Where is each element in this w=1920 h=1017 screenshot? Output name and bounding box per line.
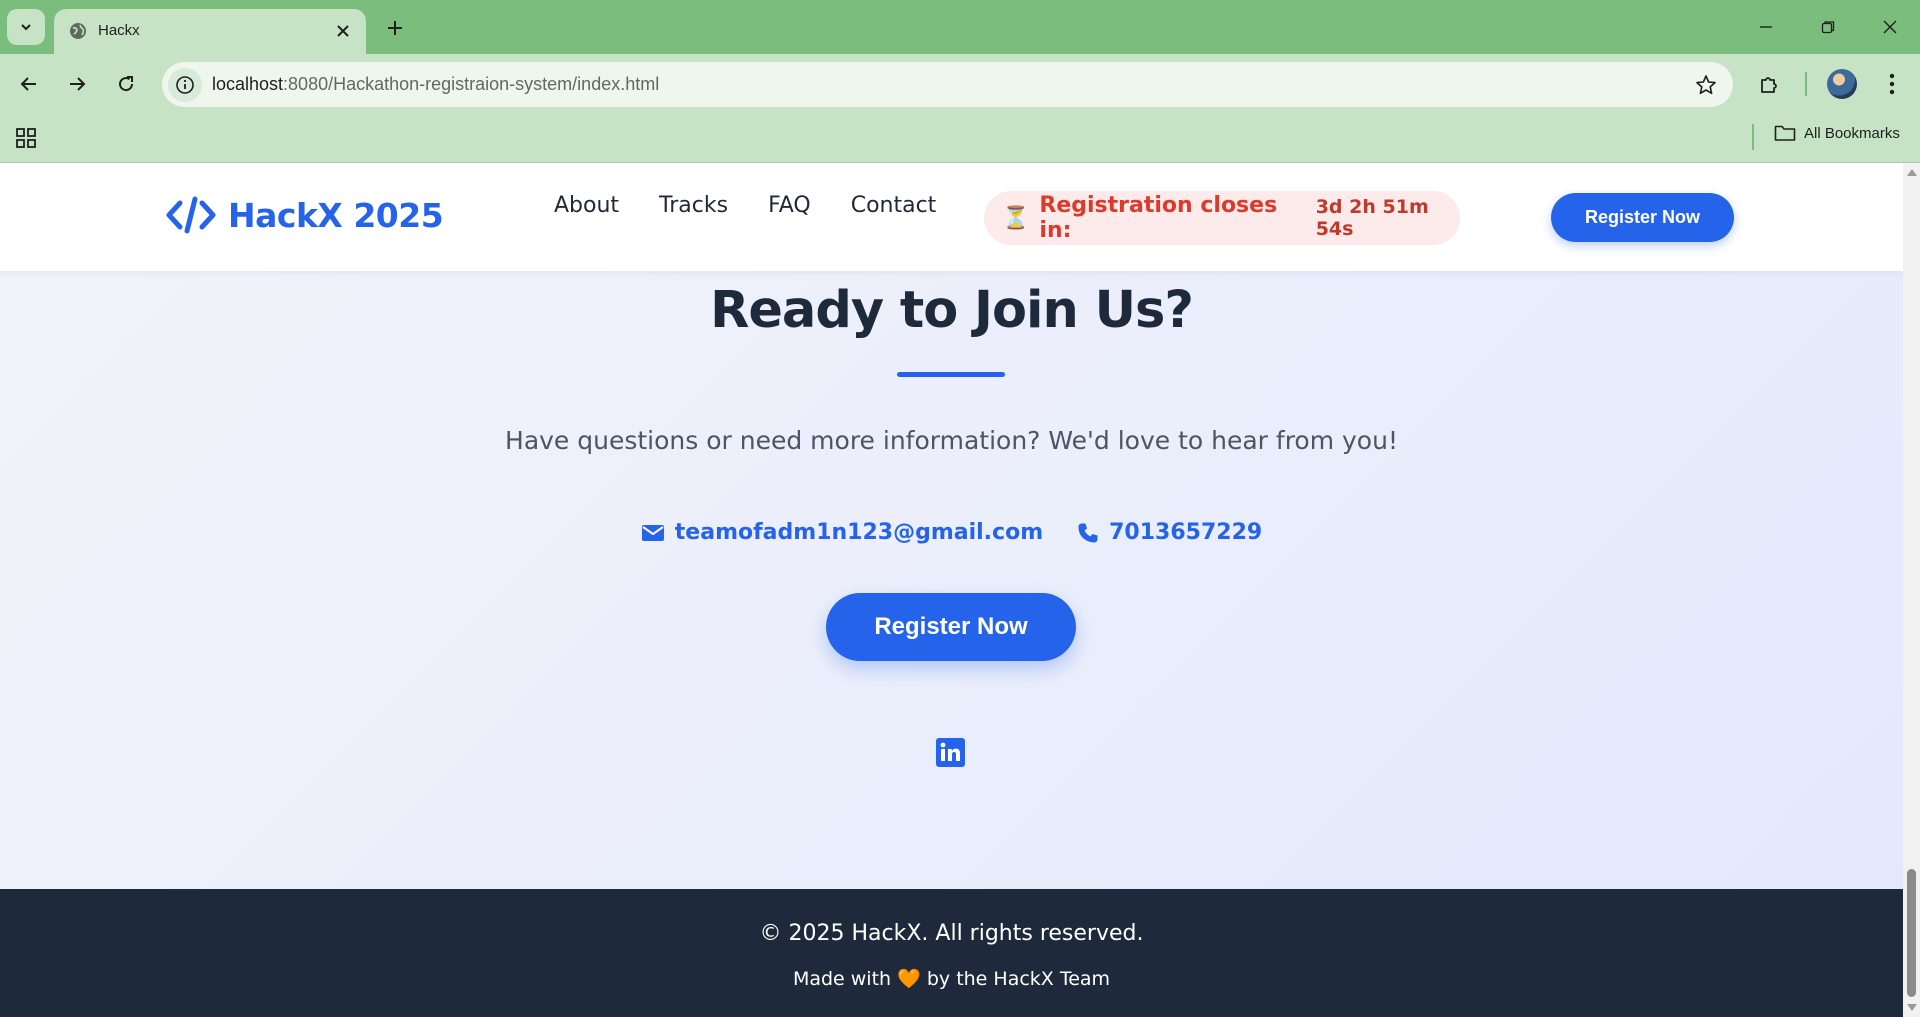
nav-link-faq[interactable]: FAQ <box>768 193 811 218</box>
browser-tab-bar: Hackx <box>0 0 1920 54</box>
footer-credit: Made with 🧡 by the HackX Team <box>0 967 1903 990</box>
page-scrollbar[interactable] <box>1903 163 1920 1017</box>
footer-copyright: © 2025 HackX. All rights reserved. <box>759 921 1144 946</box>
site-footer: © 2025 HackX. All rights reserved. Made … <box>0 889 1903 1017</box>
bookmarks-divider <box>1752 124 1754 150</box>
page-viewport: HackX 2025 About Tracks FAQ Contact ⏳ Re… <box>0 163 1903 1017</box>
title-underline <box>897 372 1005 377</box>
address-bar[interactable]: localhost:8080/Hackathon-registraion-sys… <box>162 62 1733 107</box>
folder-icon <box>1774 125 1796 141</box>
profile-avatar[interactable] <box>1827 69 1857 99</box>
url-text: localhost:8080/Hackathon-registraion-sys… <box>212 74 659 95</box>
forward-button[interactable] <box>59 66 95 102</box>
contact-links: teamofadm1n123@gmail.com 7013657229 <box>0 520 1903 545</box>
new-tab-button[interactable] <box>380 13 410 43</box>
browser-tab[interactable]: Hackx <box>54 9 366 54</box>
footer-made-prefix: Made with <box>792 968 892 990</box>
nav-link-contact[interactable]: Contact <box>851 193 937 218</box>
browser-toolbar: localhost:8080/Hackathon-registraion-sys… <box>0 54 1920 114</box>
info-icon <box>176 76 194 94</box>
phone-link[interactable]: 7013657229 <box>1077 520 1262 545</box>
all-bookmarks-label: All Bookmarks <box>1804 124 1900 142</box>
nav-link-tracks[interactable]: Tracks <box>659 193 728 218</box>
arrow-right-icon <box>70 77 86 91</box>
footer-made-suffix: by the HackX Team <box>926 968 1111 990</box>
main-nav: About Tracks FAQ Contact <box>554 193 936 218</box>
hourglass-icon: ⏳ <box>1002 205 1030 231</box>
logo-text: HackX 2025 <box>228 195 444 235</box>
restore-button[interactable] <box>1805 10 1851 44</box>
reload-icon <box>119 76 134 92</box>
heart-icon: 🧡 <box>897 968 921 990</box>
envelope-icon <box>641 524 664 541</box>
close-icon <box>337 25 349 37</box>
bookmark-star-button[interactable] <box>1693 72 1719 98</box>
contact-section-title: Ready to Join Us? <box>710 281 1194 340</box>
more-vertical-icon <box>1889 73 1895 95</box>
url-host: localhost <box>212 74 284 94</box>
close-window-button[interactable] <box>1867 10 1913 44</box>
contact-subtitle: Have questions or need more information?… <box>505 426 1398 455</box>
header-register-button[interactable]: Register Now <box>1551 193 1734 242</box>
code-icon <box>166 196 216 234</box>
phone-icon <box>1078 523 1098 542</box>
register-now-button[interactable]: Register Now <box>826 593 1076 661</box>
globe-icon <box>70 23 86 39</box>
close-icon <box>1883 20 1897 34</box>
toolbar-divider <box>1805 72 1807 96</box>
puzzle-icon <box>1761 77 1777 93</box>
site-header: HackX 2025 About Tracks FAQ Contact ⏳ Re… <box>0 163 1903 271</box>
all-bookmarks-button[interactable]: All Bookmarks <box>1774 124 1900 142</box>
email-link[interactable]: teamofadm1n123@gmail.com <box>641 520 1043 545</box>
bookmarks-bar: All Bookmarks <box>0 114 1920 163</box>
arrow-left-icon <box>20 77 36 91</box>
site-logo[interactable]: HackX 2025 <box>166 195 444 235</box>
plus-icon <box>388 21 402 35</box>
registration-countdown: ⏳ Registration closes in: 3d 2h 51m 54s <box>984 191 1460 245</box>
countdown-label: Registration closes in: <box>1039 193 1278 243</box>
chevron-down-icon <box>21 24 31 31</box>
back-button[interactable] <box>11 66 47 102</box>
tab-search-button[interactable] <box>7 9 45 45</box>
close-tab-button[interactable] <box>330 18 356 44</box>
countdown-value: 3d 2h 51m 54s <box>1315 196 1429 240</box>
apps-grid-icon[interactable] <box>14 126 38 150</box>
site-info-button[interactable] <box>168 68 202 102</box>
tab-title: Hackx <box>98 22 140 39</box>
url-path: :8080/Hackathon-registraion-system/index… <box>283 74 660 94</box>
star-icon <box>1696 75 1716 95</box>
linkedin-icon[interactable] <box>936 738 965 767</box>
minimize-button[interactable] <box>1743 10 1789 44</box>
minimize-icon <box>1760 26 1772 28</box>
linkedin-logo <box>940 742 960 761</box>
scroll-down-arrow-icon[interactable] <box>1907 1004 1917 1011</box>
nav-link-about[interactable]: About <box>554 193 619 218</box>
email-text: teamofadm1n123@gmail.com <box>674 520 1044 545</box>
browser-menu-button[interactable] <box>1874 66 1910 102</box>
scroll-up-arrow-icon[interactable] <box>1907 169 1917 176</box>
restore-icon <box>1821 21 1835 34</box>
phone-text: 7013657229 <box>1109 520 1263 545</box>
scrollbar-thumb[interactable] <box>1907 869 1916 997</box>
extensions-button[interactable] <box>1752 66 1788 102</box>
reload-button[interactable] <box>108 66 144 102</box>
